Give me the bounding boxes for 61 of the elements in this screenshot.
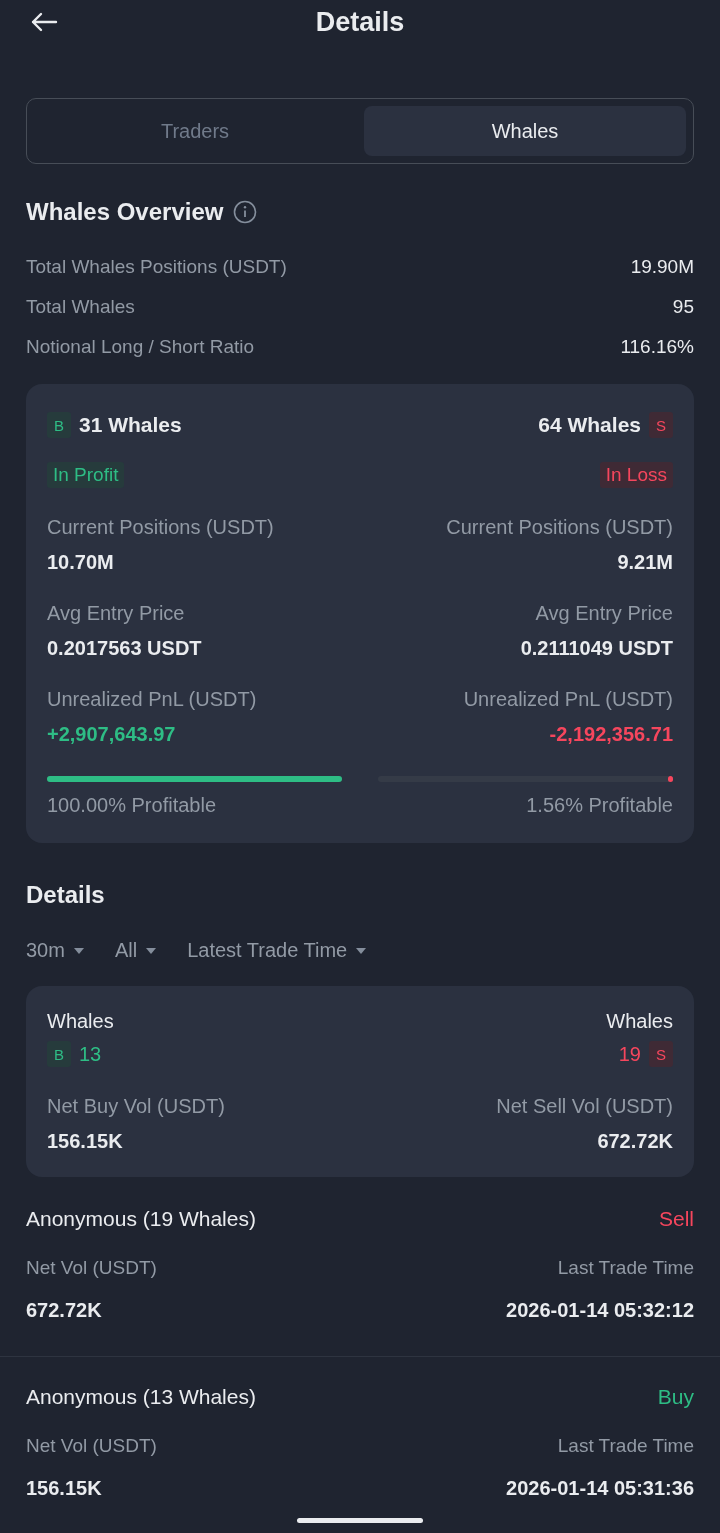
filter-dropdown[interactable]: All: [114, 939, 158, 962]
stat-value: 116.16%: [620, 336, 694, 358]
tab[interactable]: Traders: [34, 106, 356, 156]
trader-name: Anonymous (19 Whales): [26, 1207, 256, 1231]
field-label: Net Sell Vol (USDT): [496, 1095, 673, 1118]
field-label: Whales: [47, 1010, 114, 1033]
whale-count: 31 Whales: [79, 413, 182, 437]
caret-icon: [145, 946, 158, 955]
field-label: Unrealized PnL (USDT): [47, 688, 257, 711]
field-value: 2026-01-14 05:32:12: [506, 1299, 694, 1322]
stat-label: Total Whales Positions (USDT): [26, 256, 287, 278]
status-tag: In Loss: [599, 462, 673, 488]
page-title: Details: [315, 6, 405, 38]
field-value: 2026-01-14 05:31:36: [506, 1477, 694, 1500]
field-label: Last Trade Time: [557, 1257, 694, 1279]
field-label: Net Buy Vol (USDT): [47, 1095, 225, 1118]
field-value: 156.15K: [26, 1477, 102, 1500]
section-title: Whales Overview: [26, 198, 224, 226]
profitable-text: 100.00% Profitable: [47, 794, 216, 817]
side-badge: B: [47, 412, 71, 438]
field-value: 0.2111049 USDT: [520, 637, 673, 660]
section-title: Details: [26, 881, 106, 909]
field-label: Avg Entry Price: [47, 602, 185, 625]
side-badge: B: [47, 1041, 71, 1067]
tab[interactable]: Whales: [364, 106, 686, 156]
status-tag: In Profit: [47, 462, 125, 488]
stat-value: 95: [672, 296, 694, 318]
side-label: Sell: [658, 1207, 694, 1231]
whale-count: 13: [79, 1042, 102, 1066]
pnl-value: +2,907,643.97: [47, 723, 176, 746]
filter-dropdown[interactable]: 30m: [26, 939, 85, 962]
field-label: Current Positions (USDT): [446, 516, 673, 539]
profitable-text: 1.56% Profitable: [526, 794, 673, 817]
back-icon[interactable]: [30, 12, 58, 32]
whale-count: 19: [618, 1042, 641, 1066]
field-label: Net Vol (USDT): [26, 1435, 157, 1457]
field-value: 672.72K: [26, 1299, 102, 1322]
side-label: Buy: [657, 1385, 694, 1409]
stat-label: Notional Long / Short Ratio: [26, 336, 255, 358]
field-value: 9.21M: [617, 551, 673, 574]
field-label: Last Trade Time: [557, 1435, 694, 1457]
filter-dropdown[interactable]: Latest Trade Time: [187, 939, 368, 962]
field-label: Current Positions (USDT): [47, 516, 274, 539]
field-value: 10.70M: [47, 551, 114, 574]
field-label: Whales: [606, 1010, 673, 1033]
stat-value: 19.90M: [630, 256, 694, 278]
stat-label: Total Whales: [26, 296, 135, 318]
field-value: 672.72K: [597, 1130, 673, 1153]
caret-icon: [355, 946, 368, 955]
trader-name: Anonymous (13 Whales): [26, 1385, 256, 1409]
field-label: Avg Entry Price: [535, 602, 673, 625]
pnl-value: -2,192,356.71: [549, 723, 673, 746]
side-badge: S: [649, 412, 673, 438]
info-icon[interactable]: [233, 200, 258, 224]
caret-icon: [72, 946, 85, 955]
field-value: 0.2017563 USDT: [47, 637, 202, 660]
field-label: Unrealized PnL (USDT): [463, 688, 673, 711]
whale-count: 64 Whales: [538, 413, 641, 437]
field-value: 156.15K: [47, 1130, 123, 1153]
side-badge: S: [649, 1041, 673, 1067]
field-label: Net Vol (USDT): [26, 1257, 157, 1279]
